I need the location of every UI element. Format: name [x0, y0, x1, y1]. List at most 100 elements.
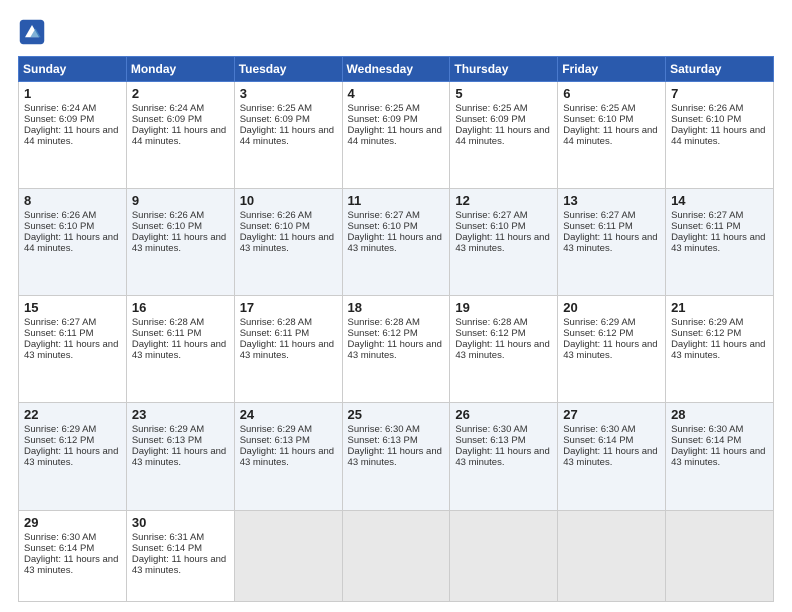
sunset-text: Sunset: 6:09 PM	[24, 114, 121, 125]
day-number: 9	[132, 193, 229, 208]
sunset-text: Sunset: 6:11 PM	[671, 221, 768, 232]
sunrise-text: Sunrise: 6:29 AM	[240, 424, 337, 435]
day-number: 18	[348, 300, 445, 315]
sunrise-text: Sunrise: 6:25 AM	[563, 103, 660, 114]
day-number: 19	[455, 300, 552, 315]
sunset-text: Sunset: 6:10 PM	[24, 221, 121, 232]
daylight-text: Daylight: 11 hours and 43 minutes.	[132, 554, 229, 576]
sunset-text: Sunset: 6:09 PM	[132, 114, 229, 125]
calendar-cell	[342, 510, 450, 602]
calendar-cell: 29Sunrise: 6:30 AMSunset: 6:14 PMDayligh…	[19, 510, 127, 602]
day-number: 21	[671, 300, 768, 315]
col-header-monday: Monday	[126, 57, 234, 82]
day-number: 24	[240, 407, 337, 422]
daylight-text: Daylight: 11 hours and 43 minutes.	[240, 339, 337, 361]
col-header-saturday: Saturday	[666, 57, 774, 82]
sunrise-text: Sunrise: 6:28 AM	[455, 317, 552, 328]
day-number: 11	[348, 193, 445, 208]
calendar-cell: 10Sunrise: 6:26 AMSunset: 6:10 PMDayligh…	[234, 189, 342, 296]
sunrise-text: Sunrise: 6:29 AM	[132, 424, 229, 435]
day-number: 14	[671, 193, 768, 208]
sunset-text: Sunset: 6:10 PM	[240, 221, 337, 232]
daylight-text: Daylight: 11 hours and 43 minutes.	[563, 232, 660, 254]
sunrise-text: Sunrise: 6:25 AM	[455, 103, 552, 114]
logo-icon	[18, 18, 46, 46]
calendar-table: SundayMondayTuesdayWednesdayThursdayFrid…	[18, 56, 774, 602]
page: SundayMondayTuesdayWednesdayThursdayFrid…	[0, 0, 792, 612]
calendar-cell: 27Sunrise: 6:30 AMSunset: 6:14 PMDayligh…	[558, 403, 666, 510]
sunrise-text: Sunrise: 6:26 AM	[132, 210, 229, 221]
day-number: 17	[240, 300, 337, 315]
day-number: 7	[671, 86, 768, 101]
sunrise-text: Sunrise: 6:29 AM	[563, 317, 660, 328]
sunset-text: Sunset: 6:13 PM	[132, 435, 229, 446]
calendar-cell: 14 Sunrise: 6:27 AMSunset: 6:11 PMDayligh…	[666, 189, 774, 296]
sunset-text: Sunset: 6:12 PM	[563, 328, 660, 339]
calendar-cell: 11Sunrise: 6:27 AMSunset: 6:10 PMDayligh…	[342, 189, 450, 296]
daylight-text: Daylight: 11 hours and 43 minutes.	[455, 339, 552, 361]
sunrise-text: Sunrise: 6:31 AM	[132, 532, 229, 543]
calendar-cell: 30Sunrise: 6:31 AMSunset: 6:14 PMDayligh…	[126, 510, 234, 602]
daylight-text: Daylight: 11 hours and 43 minutes.	[132, 446, 229, 468]
sunset-text: Sunset: 6:09 PM	[240, 114, 337, 125]
sunrise-text: Sunrise: 6:28 AM	[132, 317, 229, 328]
day-number: 10	[240, 193, 337, 208]
calendar-cell: 12Sunrise: 6:27 AMSunset: 6:10 PMDayligh…	[450, 189, 558, 296]
daylight-text: Daylight: 11 hours and 44 minutes.	[240, 125, 337, 147]
col-header-sunday: Sunday	[19, 57, 127, 82]
daylight-text: Daylight: 11 hours and 43 minutes.	[671, 339, 768, 361]
day-number: 3	[240, 86, 337, 101]
sunrise-text: Sunrise: 6:27 AM	[563, 210, 660, 221]
calendar-cell: 18Sunrise: 6:28 AMSunset: 6:12 PMDayligh…	[342, 296, 450, 403]
calendar-cell: 16Sunrise: 6:28 AMSunset: 6:11 PMDayligh…	[126, 296, 234, 403]
daylight-text: Daylight: 11 hours and 43 minutes.	[671, 232, 768, 254]
calendar-cell: 20Sunrise: 6:29 AMSunset: 6:12 PMDayligh…	[558, 296, 666, 403]
sunrise-text: Sunrise: 6:27 AM	[24, 317, 121, 328]
sunset-text: Sunset: 6:10 PM	[348, 221, 445, 232]
sunset-text: Sunset: 6:09 PM	[455, 114, 552, 125]
sunrise-text: Sunrise: 6:30 AM	[455, 424, 552, 435]
sunset-text: Sunset: 6:10 PM	[455, 221, 552, 232]
daylight-text: Daylight: 11 hours and 43 minutes.	[455, 446, 552, 468]
sunrise-text: Sunrise: 6:26 AM	[671, 103, 768, 114]
sunrise-text: Sunrise: 6:25 AM	[348, 103, 445, 114]
calendar-cell: 19Sunrise: 6:28 AMSunset: 6:12 PMDayligh…	[450, 296, 558, 403]
daylight-text: Daylight: 11 hours and 44 minutes.	[563, 125, 660, 147]
daylight-text: Daylight: 11 hours and 43 minutes.	[348, 232, 445, 254]
daylight-text: Daylight: 11 hours and 43 minutes.	[671, 446, 768, 468]
daylight-text: Daylight: 11 hours and 43 minutes.	[563, 446, 660, 468]
daylight-text: Daylight: 11 hours and 43 minutes.	[24, 446, 121, 468]
daylight-text: Daylight: 11 hours and 43 minutes.	[132, 232, 229, 254]
daylight-text: Daylight: 11 hours and 43 minutes.	[24, 339, 121, 361]
calendar-cell: 7Sunrise: 6:26 AMSunset: 6:10 PMDaylight…	[666, 82, 774, 189]
day-number: 6	[563, 86, 660, 101]
sunset-text: Sunset: 6:14 PM	[24, 543, 121, 554]
calendar-cell: 2Sunrise: 6:24 AMSunset: 6:09 PMDaylight…	[126, 82, 234, 189]
sunset-text: Sunset: 6:09 PM	[348, 114, 445, 125]
sunrise-text: Sunrise: 6:27 AM	[671, 210, 768, 221]
daylight-text: Daylight: 11 hours and 43 minutes.	[24, 554, 121, 576]
calendar-cell: 21Sunrise: 6:29 AMSunset: 6:12 PMDayligh…	[666, 296, 774, 403]
day-number: 28	[671, 407, 768, 422]
calendar-cell	[666, 510, 774, 602]
day-number: 25	[348, 407, 445, 422]
calendar-cell	[450, 510, 558, 602]
sunset-text: Sunset: 6:10 PM	[563, 114, 660, 125]
calendar-cell: 15Sunrise: 6:27 AMSunset: 6:11 PMDayligh…	[19, 296, 127, 403]
calendar-cell: 9Sunrise: 6:26 AMSunset: 6:10 PMDaylight…	[126, 189, 234, 296]
sunrise-text: Sunrise: 6:25 AM	[240, 103, 337, 114]
day-number: 23	[132, 407, 229, 422]
week-row-1: 1Sunrise: 6:24 AMSunset: 6:09 PMDaylight…	[19, 82, 774, 189]
calendar-cell: 1Sunrise: 6:24 AMSunset: 6:09 PMDaylight…	[19, 82, 127, 189]
daylight-text: Daylight: 11 hours and 43 minutes.	[240, 232, 337, 254]
day-number: 27	[563, 407, 660, 422]
daylight-text: Daylight: 11 hours and 43 minutes.	[132, 339, 229, 361]
sunset-text: Sunset: 6:11 PM	[240, 328, 337, 339]
day-number: 2	[132, 86, 229, 101]
daylight-text: Daylight: 11 hours and 44 minutes.	[132, 125, 229, 147]
sunset-text: Sunset: 6:13 PM	[348, 435, 445, 446]
sunset-text: Sunset: 6:11 PM	[132, 328, 229, 339]
calendar-cell: 28Sunrise: 6:30 AMSunset: 6:14 PMDayligh…	[666, 403, 774, 510]
calendar-cell: 8Sunrise: 6:26 AMSunset: 6:10 PMDaylight…	[19, 189, 127, 296]
week-row-2: 8Sunrise: 6:26 AMSunset: 6:10 PMDaylight…	[19, 189, 774, 296]
